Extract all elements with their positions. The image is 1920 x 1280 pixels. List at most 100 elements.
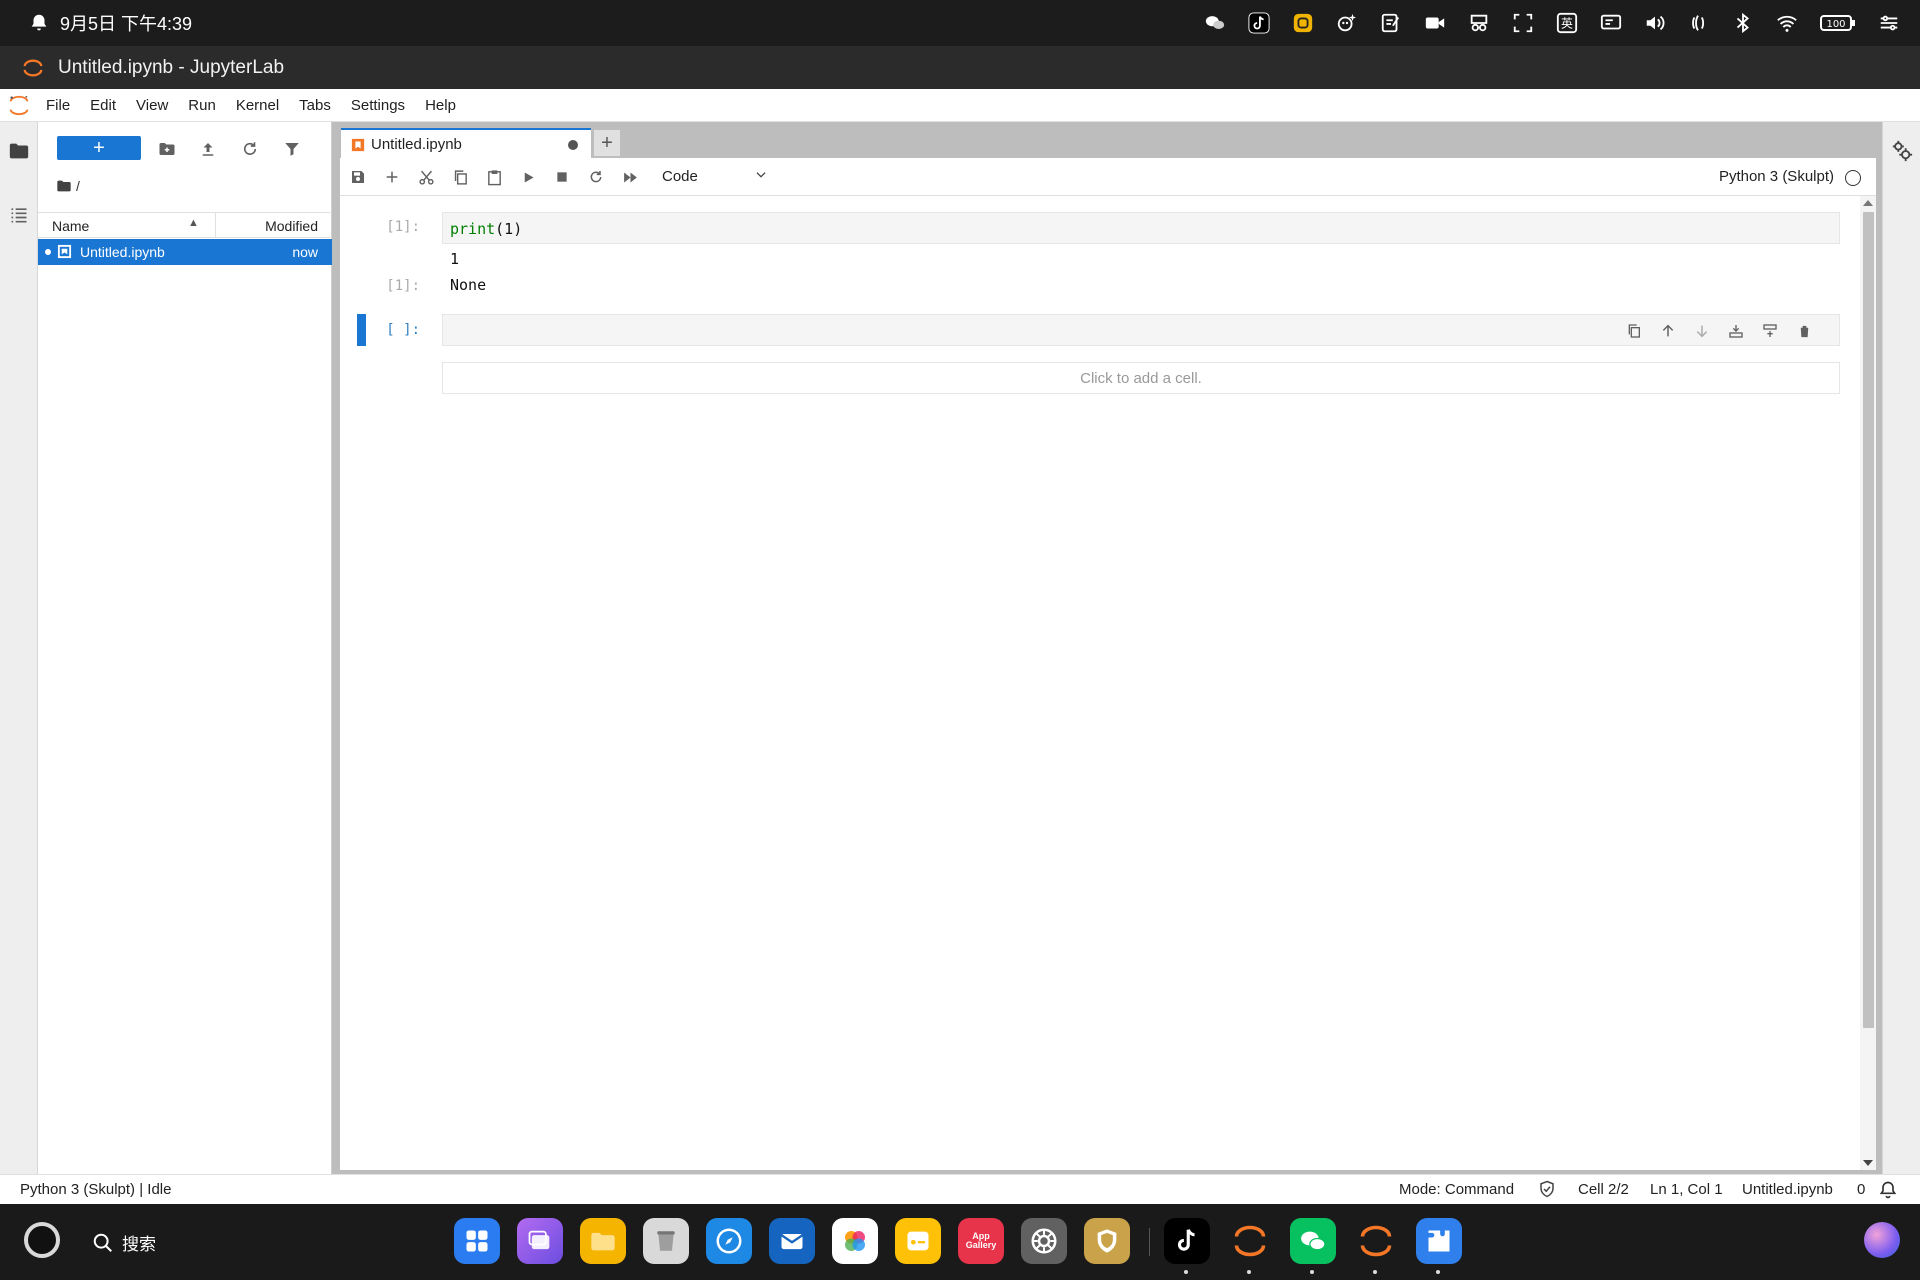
app-launcher-icon[interactable] xyxy=(454,1218,500,1264)
stop-icon[interactable] xyxy=(550,166,574,188)
taskbar-search[interactable]: 搜索 xyxy=(92,1230,156,1255)
wifi-tray-icon[interactable] xyxy=(1776,12,1798,34)
insert-cell-above-icon[interactable] xyxy=(1725,320,1747,342)
wechat-tray-icon[interactable] xyxy=(1204,12,1226,34)
screenshot-tray-icon[interactable] xyxy=(1468,12,1490,34)
extensions-app-icon[interactable] xyxy=(1416,1218,1462,1274)
shield-tray-icon[interactable] xyxy=(1292,12,1314,34)
kernel-status-text[interactable]: Python 3 (Skulpt) | Idle xyxy=(20,1181,171,1198)
app-gallery-icon[interactable]: App Gallery xyxy=(958,1218,1004,1264)
scroll-up-arrow-icon[interactable] xyxy=(1863,200,1873,206)
browser-app-icon[interactable] xyxy=(706,1218,752,1264)
menu-view[interactable]: View xyxy=(136,97,168,114)
start-button[interactable] xyxy=(24,1222,60,1258)
upload-icon[interactable] xyxy=(197,138,219,160)
jupyter-app-icon[interactable] xyxy=(1227,1218,1273,1274)
run-icon[interactable] xyxy=(516,166,540,188)
insert-cell-below-icon[interactable] xyxy=(1759,320,1781,342)
assistant-orb-icon[interactable] xyxy=(1864,1222,1900,1258)
bluetooth-tray-icon[interactable] xyxy=(1732,12,1754,34)
tiktok-tray-icon[interactable] xyxy=(1248,12,1270,34)
video-tray-icon[interactable] xyxy=(1424,12,1446,34)
cursor-position[interactable]: Ln 1, Col 1 xyxy=(1650,1181,1723,1198)
notification-count[interactable]: 0 xyxy=(1857,1181,1865,1198)
menu-edit[interactable]: Edit xyxy=(90,97,116,114)
move-cell-down-icon[interactable] xyxy=(1691,320,1713,342)
breadcrumb[interactable]: / xyxy=(56,178,80,194)
control-center-icon[interactable] xyxy=(1878,12,1900,34)
os-status-bar: 9月5日 下午4:39 英 100 xyxy=(0,0,1920,46)
menu-file[interactable]: File xyxy=(46,97,70,114)
table-of-contents-icon[interactable] xyxy=(6,202,32,228)
filter-icon[interactable] xyxy=(281,138,303,160)
menu-tabs[interactable]: Tabs xyxy=(299,97,331,114)
tab-label: Untitled.ipynb xyxy=(371,136,462,153)
menu-kernel[interactable]: Kernel xyxy=(236,97,279,114)
running-dot xyxy=(1247,1270,1251,1274)
cell-input-prompt: [ ]: xyxy=(386,322,420,338)
save-icon[interactable] xyxy=(346,166,370,188)
notes-app-icon[interactable] xyxy=(895,1218,941,1264)
insert-cell-icon[interactable] xyxy=(380,166,404,188)
jupyter-app-icon-2[interactable] xyxy=(1353,1218,1399,1274)
volume-tray-icon[interactable] xyxy=(1644,12,1666,34)
running-dot xyxy=(1310,1270,1314,1274)
notification-bell-icon[interactable] xyxy=(28,12,50,34)
menu-help[interactable]: Help xyxy=(425,97,456,114)
right-sidebar xyxy=(1882,122,1920,1174)
code-cell-editor[interactable]: print(1) xyxy=(442,212,1840,244)
menu-settings[interactable]: Settings xyxy=(351,97,405,114)
window-titlebar[interactable]: Untitled.ipynb - JupyterLab xyxy=(0,46,1920,89)
paste-icon[interactable] xyxy=(482,166,506,188)
code-cell-editor[interactable] xyxy=(442,314,1840,346)
battery-tray-icon[interactable]: 100 xyxy=(1820,12,1856,34)
property-inspector-gears-icon[interactable] xyxy=(1891,140,1913,162)
copy-icon[interactable] xyxy=(448,166,472,188)
tiktok-app-icon[interactable] xyxy=(1164,1218,1210,1274)
gallery-app-icon[interactable] xyxy=(832,1218,878,1264)
security-app-icon[interactable] xyxy=(1084,1218,1130,1264)
menu-run[interactable]: Run xyxy=(188,97,216,114)
scrollbar-thumb[interactable] xyxy=(1863,212,1874,1028)
nfc-tray-icon[interactable] xyxy=(1688,12,1710,34)
notebook-toolbar: Code Python 3 (Skulpt) xyxy=(340,158,1876,196)
mail-app-icon[interactable] xyxy=(769,1218,815,1264)
tab-untitled-notebook[interactable]: Untitled.ipynb xyxy=(341,128,591,159)
running-dot xyxy=(1184,1270,1188,1274)
trusted-shield-icon[interactable] xyxy=(1538,1180,1556,1202)
new-folder-icon[interactable] xyxy=(156,138,178,160)
input-method-tray-icon[interactable]: 英 xyxy=(1556,12,1578,34)
multitask-app-icon[interactable] xyxy=(517,1218,563,1264)
wechat-app-icon[interactable] xyxy=(1290,1218,1336,1274)
trash-app-icon[interactable] xyxy=(643,1218,689,1264)
refresh-icon[interactable] xyxy=(239,138,261,160)
restart-kernel-icon[interactable] xyxy=(584,166,608,188)
add-cell-placeholder[interactable]: Click to add a cell. xyxy=(442,362,1840,394)
cell-type-select[interactable]: Code xyxy=(662,166,770,188)
run-all-icon[interactable] xyxy=(618,166,642,188)
column-divider[interactable] xyxy=(215,213,216,238)
files-app-icon[interactable] xyxy=(580,1218,626,1264)
modified-column-header[interactable]: Modified xyxy=(265,218,318,234)
capture-region-tray-icon[interactable] xyxy=(1512,12,1534,34)
note-tray-icon[interactable] xyxy=(1380,12,1402,34)
notification-bell-icon[interactable] xyxy=(1878,1180,1898,1204)
add-tab-button[interactable]: + xyxy=(594,130,620,156)
file-list-item[interactable]: Untitled.ipynb now xyxy=(38,239,332,265)
new-launcher-button[interactable]: + xyxy=(57,136,141,160)
notebook-scrollbar[interactable] xyxy=(1860,196,1876,1170)
cut-icon[interactable] xyxy=(414,166,438,188)
search-icon xyxy=(93,1233,112,1252)
move-cell-up-icon[interactable] xyxy=(1657,320,1679,342)
display-tray-icon[interactable] xyxy=(1600,12,1622,34)
scroll-down-arrow-icon[interactable] xyxy=(1863,1160,1873,1166)
name-column-header[interactable]: Name xyxy=(52,218,89,234)
assistant-tray-icon[interactable] xyxy=(1336,12,1358,34)
settings-app-icon[interactable] xyxy=(1021,1218,1067,1264)
status-bar: Python 3 (Skulpt) | Idle Mode: Command C… xyxy=(0,1174,1920,1204)
delete-cell-icon[interactable] xyxy=(1793,320,1815,342)
duplicate-cell-icon[interactable] xyxy=(1623,320,1645,342)
unsaved-indicator-icon[interactable] xyxy=(568,140,578,150)
kernel-name[interactable]: Python 3 (Skulpt) xyxy=(1719,168,1834,185)
file-browser-folder-icon[interactable] xyxy=(6,138,32,164)
